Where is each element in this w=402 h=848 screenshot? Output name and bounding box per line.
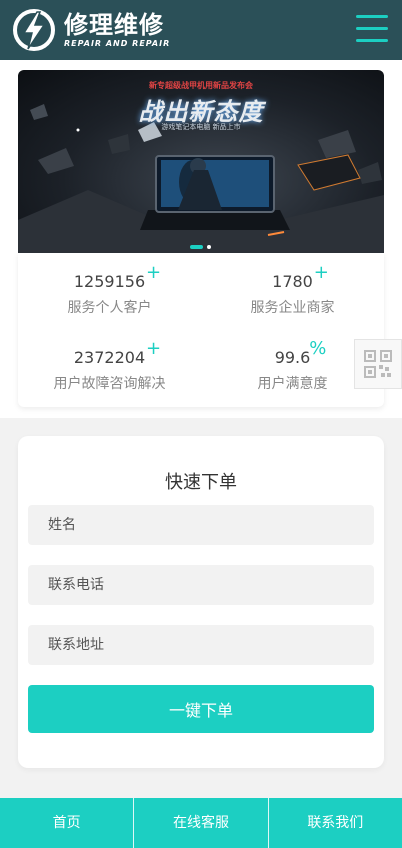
name-field[interactable] [28,505,374,545]
quick-order-card: 快速下单 一键下单 [18,436,384,768]
stat-suffix: + [146,338,162,359]
logo-text: 修理维修 REPAIR AND REPAIR [64,11,170,49]
stats-panel: 1259156 + 服务个人客户 1780 + 服务企业商家 2372204 + 用户… [18,253,384,407]
stat-value: 1259156 + [73,262,162,291]
nav-item-online-service[interactable]: 在线客服 [133,798,267,848]
submit-order-button[interactable]: 一键下单 [28,685,374,733]
stat-suffix: + [313,262,329,283]
hamburger-menu-icon[interactable] [356,15,388,43]
qr-code-icon [364,350,392,378]
stat-value: 99.6% [274,338,327,367]
address-field[interactable] [28,625,374,665]
header: 修理维修 REPAIR AND REPAIR [0,0,402,60]
nav-item-home[interactable]: 首页 [0,798,133,848]
bottom-nav: 首页 在线客服 联系我们 [0,798,402,848]
stat-value: 2372204 + [73,338,162,367]
stat-label: 服务企业商家 [250,300,335,316]
stat-label: 用户故障咨询解决 [53,376,166,392]
banner-top-text: 新专超级战甲机用新品发布会 [149,81,253,90]
stat-item: 1780 + 服务企业商家 [201,262,384,317]
stat-suffix: + [146,262,162,283]
quick-order-title: 快速下单 [165,472,237,493]
banner-subtitle: 游戏笔记本电脑 新品上市 [161,123,241,131]
stat-label: 服务个人客户 [67,300,152,316]
stat-item: 1259156 + 服务个人客户 [18,262,201,317]
nav-item-contact-us[interactable]: 联系我们 [267,798,402,848]
stat-item: 2372204 + 用户故障咨询解决 [18,338,201,393]
logo-title: 修理维修 [64,11,164,39]
stat-suffix: % [309,338,327,359]
carousel-dot-active[interactable] [190,245,203,249]
logo-bolt-icon [13,9,55,51]
qr-code-button[interactable] [354,339,402,389]
phone-field[interactable] [28,565,374,605]
carousel-dot[interactable] [207,245,211,249]
carousel-indicators [190,245,211,249]
stat-value: 1780 + [272,262,329,291]
logo[interactable]: 修理维修 REPAIR AND REPAIR [10,6,170,54]
banner-carousel[interactable]: 新专超级战甲机用新品发布会 战出新态度 游戏笔记本电脑 新品上市 [18,70,384,253]
logo-subtitle: REPAIR AND REPAIR [64,39,171,48]
